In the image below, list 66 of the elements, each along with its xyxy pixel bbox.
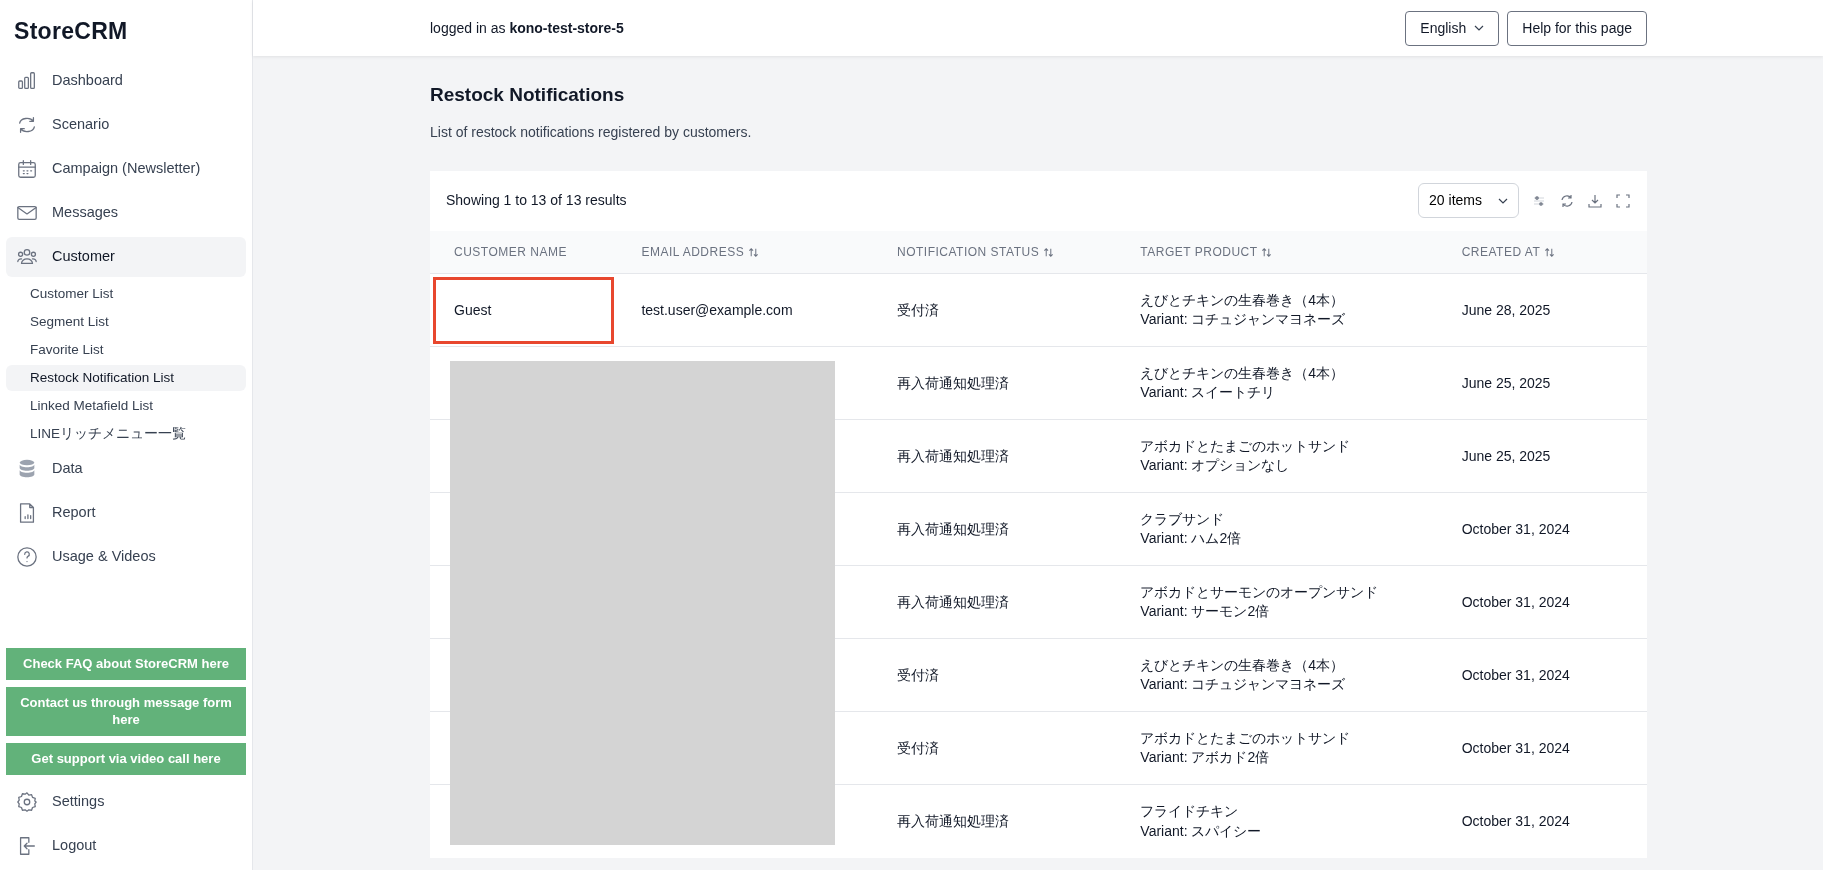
brand-logo: StoreCRM: [13, 17, 129, 46]
chevron-down-icon: [1474, 23, 1485, 33]
product-cell: アボカドとたまごのホットサンド Variant: オプションなし: [1116, 419, 1438, 493]
sidebar-subitem[interactable]: LINEリッチメニュー一覧: [6, 420, 246, 447]
product-cell: えびとチキンの生春巻き（4本） Variant: コチュジャンマヨネーズ: [1116, 273, 1438, 347]
date-cell: June 28, 2025: [1437, 273, 1647, 347]
product-cell: フライドチキン Variant: スパイシー: [1116, 784, 1438, 858]
column-header[interactable]: CREATED AT: [1437, 230, 1647, 274]
sort-icon: [1261, 247, 1273, 259]
product-cell: えびとチキンの生春巻き（4本） Variant: コチュジャンマヨネーズ: [1116, 638, 1438, 712]
sidebar-subitem[interactable]: Segment List: [6, 308, 246, 335]
sidebar-item[interactable]: Messages: [6, 192, 246, 233]
column-header[interactable]: TARGET PRODUCT: [1116, 230, 1438, 274]
sidebar-item[interactable]: Dashboard: [6, 60, 246, 101]
help-button[interactable]: Help for this page: [1507, 10, 1647, 46]
date-cell: October 31, 2024: [1437, 565, 1647, 639]
sidebar-item[interactable]: Data: [6, 448, 246, 489]
sidebar-item[interactable]: Report: [6, 492, 246, 533]
product-cell: アボカドとサーモンのオープンサンド Variant: サーモン2倍: [1116, 565, 1438, 639]
date-cell: June 25, 2025: [1437, 346, 1647, 420]
status-cell: 再入荷通知処理済: [872, 419, 1117, 493]
bar-chart-icon: [16, 69, 38, 92]
column-header[interactable]: NOTIFICATION STATUS: [872, 230, 1117, 274]
sidebar-item[interactable]: Usage & Videos: [6, 536, 246, 577]
product-cell: アボカドとたまごのホットサンド Variant: アボカド2倍: [1116, 711, 1438, 785]
sidebar-subitem[interactable]: Favorite List: [6, 336, 246, 363]
calendar-icon: [16, 157, 38, 180]
sidebar-subitem[interactable]: Restock Notification List: [6, 364, 246, 391]
customer-name-cell: Guest: [430, 273, 618, 347]
date-cell: October 31, 2024: [1437, 492, 1647, 566]
date-cell: October 31, 2024: [1437, 638, 1647, 712]
page-size-select[interactable]: 20 items: [1418, 183, 1519, 219]
sidebar-item[interactable]: Campaign (Newsletter): [6, 148, 246, 189]
sidebar-subitem[interactable]: Linked Metafield List: [6, 392, 246, 419]
column-header: CUSTOMER NAME: [430, 230, 618, 274]
date-cell: June 25, 2025: [1437, 419, 1647, 493]
column-header[interactable]: EMAIL ADDRESS: [617, 230, 873, 274]
sidebar-item[interactable]: Settings: [6, 782, 246, 822]
settings-icon: [16, 791, 38, 813]
refresh-icon[interactable]: [1559, 192, 1575, 209]
sidebar-item[interactable]: Customer: [6, 236, 246, 277]
download-icon[interactable]: [1587, 192, 1603, 209]
page-title: Restock Notifications: [430, 84, 626, 107]
sort-icon: [1543, 247, 1555, 259]
status-cell: 再入荷通知処理済: [872, 346, 1117, 420]
results-summary: Showing 1 to 13 of 13 results: [446, 191, 627, 211]
email-cell: test.user@example.com: [617, 273, 873, 347]
date-cell: October 31, 2024: [1437, 711, 1647, 785]
language-dropdown[interactable]: English: [1405, 10, 1500, 46]
status-cell: 再入荷通知処理済: [872, 492, 1117, 566]
status-cell: 再入荷通知処理済: [872, 565, 1117, 639]
product-cell: クラブサンド Variant: ハム2倍: [1116, 492, 1438, 566]
status-cell: 受付済: [872, 711, 1117, 785]
question-circle-icon: [16, 545, 38, 568]
page-subtitle: List of restock notifications registered by customers.: [430, 122, 753, 142]
login-status: logged in as kono-test-store-5: [430, 18, 624, 38]
status-cell: 再入荷通知処理済: [872, 784, 1117, 858]
sidebar-subitem[interactable]: Customer List: [6, 280, 246, 307]
sidebar-item[interactable]: Scenario: [6, 104, 246, 145]
sort-icon: [748, 247, 759, 259]
sidebar-item[interactable]: Logout: [6, 826, 246, 866]
sort-icon: [1043, 247, 1054, 259]
status-cell: 受付済: [872, 273, 1117, 347]
status-cell: 受付済: [872, 638, 1117, 712]
product-cell: えびとチキンの生春巻き（4本） Variant: スイートチリ: [1116, 346, 1438, 420]
date-cell: October 31, 2024: [1437, 784, 1647, 858]
